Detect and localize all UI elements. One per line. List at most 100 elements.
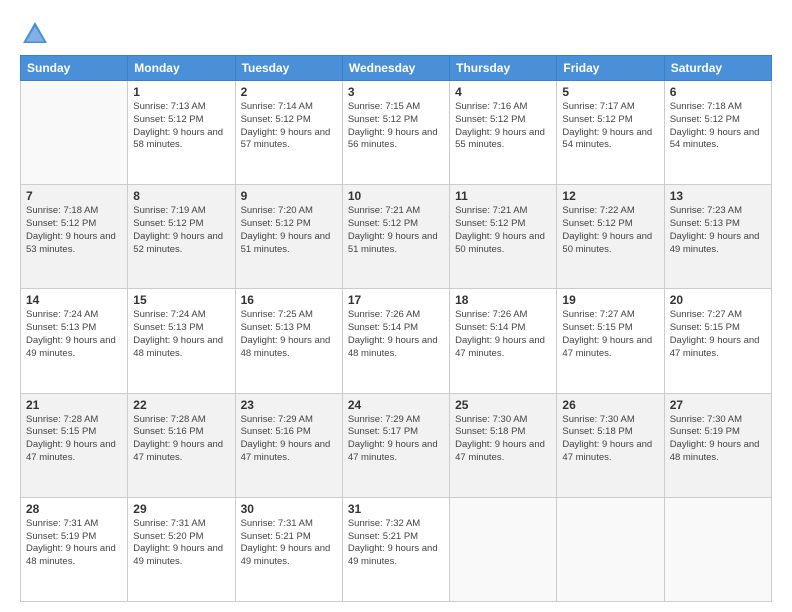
calendar-cell: 1 Sunrise: 7:13 AMSunset: 5:12 PMDaylight… (128, 81, 235, 185)
calendar-cell: 2Sunrise: 7:14 AMSunset: 5:12 PMDaylight… (235, 81, 342, 185)
day-info: Sunrise: 7:31 AMSunset: 5:19 PMDaylight:… (26, 518, 122, 569)
day-number: 10 (348, 189, 444, 203)
day-info: Sunrise: 7:29 AMSunset: 5:16 PMDaylight:… (241, 414, 337, 465)
calendar-header-tuesday: Tuesday (235, 56, 342, 81)
calendar-header-wednesday: Wednesday (342, 56, 449, 81)
calendar-week-row: 1 Sunrise: 7:13 AMSunset: 5:12 PMDaylight… (21, 81, 772, 185)
day-number: 20 (670, 293, 766, 307)
calendar-cell: 14 Sunrise: 7:24 AMSunset: 5:13 PMDayligh… (21, 289, 128, 393)
calendar-cell: 27 Sunrise: 7:30 AMSunset: 5:19 PMDayligh… (664, 393, 771, 497)
calendar-header-friday: Friday (557, 56, 664, 81)
calendar-cell (450, 497, 557, 601)
day-number: 26 (562, 398, 658, 412)
calendar-header-thursday: Thursday (450, 56, 557, 81)
calendar-cell: 20 Sunrise: 7:27 AMSunset: 5:15 PMDayligh… (664, 289, 771, 393)
calendar-cell: 19 Sunrise: 7:27 AMSunset: 5:15 PMDayligh… (557, 289, 664, 393)
calendar-cell: 30 Sunrise: 7:31 AMSunset: 5:21 PMDayligh… (235, 497, 342, 601)
day-number: 8 (133, 189, 229, 203)
day-info: Sunrise: 7:13 AMSunset: 5:12 PMDaylight:… (133, 101, 229, 152)
day-number: 24 (348, 398, 444, 412)
day-number: 6 (670, 85, 766, 99)
calendar-cell: 25Sunrise: 7:30 AMSunset: 5:18 PMDayligh… (450, 393, 557, 497)
logo-icon (20, 19, 50, 49)
day-number: 16 (241, 293, 337, 307)
day-info: Sunrise: 7:22 AMSunset: 5:12 PMDaylight:… (562, 205, 658, 256)
calendar-cell: 15Sunrise: 7:24 AMSunset: 5:13 PMDayligh… (128, 289, 235, 393)
calendar-cell: 23 Sunrise: 7:29 AMSunset: 5:16 PMDayligh… (235, 393, 342, 497)
calendar-cell: 8 Sunrise: 7:19 AMSunset: 5:12 PMDaylight… (128, 185, 235, 289)
calendar-cell (21, 81, 128, 185)
day-number: 7 (26, 189, 122, 203)
calendar-cell: 9 Sunrise: 7:20 AMSunset: 5:12 PMDaylight… (235, 185, 342, 289)
calendar-week-row: 21 Sunrise: 7:28 AMSunset: 5:15 PMDayligh… (21, 393, 772, 497)
day-number: 27 (670, 398, 766, 412)
day-info: Sunrise: 7:26 AMSunset: 5:14 PMDaylight:… (348, 309, 444, 360)
day-info: Sunrise: 7:31 AMSunset: 5:21 PMDaylight:… (241, 518, 337, 569)
day-info: Sunrise: 7:31 AMSunset: 5:20 PMDaylight:… (133, 518, 229, 569)
calendar-cell (557, 497, 664, 601)
day-info: Sunrise: 7:15 AMSunset: 5:12 PMDaylight:… (348, 101, 444, 152)
calendar-cell: 29Sunrise: 7:31 AMSunset: 5:20 PMDayligh… (128, 497, 235, 601)
day-info: Sunrise: 7:27 AMSunset: 5:15 PMDaylight:… (562, 309, 658, 360)
day-number: 1 (133, 85, 229, 99)
calendar-cell: 17Sunrise: 7:26 AMSunset: 5:14 PMDayligh… (342, 289, 449, 393)
day-number: 18 (455, 293, 551, 307)
day-info: Sunrise: 7:30 AMSunset: 5:19 PMDaylight:… (670, 414, 766, 465)
calendar-cell: 11 Sunrise: 7:21 AMSunset: 5:12 PMDayligh… (450, 185, 557, 289)
day-number: 19 (562, 293, 658, 307)
day-info: Sunrise: 7:24 AMSunset: 5:13 PMDaylight:… (26, 309, 122, 360)
header (20, 15, 772, 49)
calendar-cell: 7Sunrise: 7:18 AMSunset: 5:12 PMDaylight… (21, 185, 128, 289)
day-info: Sunrise: 7:21 AMSunset: 5:12 PMDaylight:… (348, 205, 444, 256)
day-info: Sunrise: 7:17 AMSunset: 5:12 PMDaylight:… (562, 101, 658, 152)
day-number: 25 (455, 398, 551, 412)
calendar-week-row: 14 Sunrise: 7:24 AMSunset: 5:13 PMDayligh… (21, 289, 772, 393)
page: SundayMondayTuesdayWednesdayThursdayFrid… (0, 0, 792, 612)
calendar-cell (664, 497, 771, 601)
day-info: Sunrise: 7:21 AMSunset: 5:12 PMDaylight:… (455, 205, 551, 256)
calendar-week-row: 7Sunrise: 7:18 AMSunset: 5:12 PMDaylight… (21, 185, 772, 289)
day-number: 22 (133, 398, 229, 412)
logo (20, 19, 54, 49)
day-number: 3 (348, 85, 444, 99)
calendar-cell: 5 Sunrise: 7:17 AMSunset: 5:12 PMDaylight… (557, 81, 664, 185)
calendar-cell: 28Sunrise: 7:31 AMSunset: 5:19 PMDayligh… (21, 497, 128, 601)
calendar-cell: 31 Sunrise: 7:32 AMSunset: 5:21 PMDayligh… (342, 497, 449, 601)
calendar-cell: 12 Sunrise: 7:22 AMSunset: 5:12 PMDayligh… (557, 185, 664, 289)
day-info: Sunrise: 7:16 AMSunset: 5:12 PMDaylight:… (455, 101, 551, 152)
day-info: Sunrise: 7:26 AMSunset: 5:14 PMDaylight:… (455, 309, 551, 360)
day-number: 9 (241, 189, 337, 203)
calendar-header-saturday: Saturday (664, 56, 771, 81)
day-info: Sunrise: 7:28 AMSunset: 5:16 PMDaylight:… (133, 414, 229, 465)
day-number: 14 (26, 293, 122, 307)
day-info: Sunrise: 7:29 AMSunset: 5:17 PMDaylight:… (348, 414, 444, 465)
calendar-week-row: 28Sunrise: 7:31 AMSunset: 5:19 PMDayligh… (21, 497, 772, 601)
day-number: 11 (455, 189, 551, 203)
calendar-header-sunday: Sunday (21, 56, 128, 81)
calendar-cell: 16 Sunrise: 7:25 AMSunset: 5:13 PMDayligh… (235, 289, 342, 393)
day-info: Sunrise: 7:32 AMSunset: 5:21 PMDaylight:… (348, 518, 444, 569)
day-number: 31 (348, 502, 444, 516)
day-info: Sunrise: 7:28 AMSunset: 5:15 PMDaylight:… (26, 414, 122, 465)
calendar-cell: 18 Sunrise: 7:26 AMSunset: 5:14 PMDayligh… (450, 289, 557, 393)
calendar-cell: 22 Sunrise: 7:28 AMSunset: 5:16 PMDayligh… (128, 393, 235, 497)
calendar-cell: 3 Sunrise: 7:15 AMSunset: 5:12 PMDaylight… (342, 81, 449, 185)
day-info: Sunrise: 7:27 AMSunset: 5:15 PMDaylight:… (670, 309, 766, 360)
day-number: 21 (26, 398, 122, 412)
calendar-header-monday: Monday (128, 56, 235, 81)
day-number: 30 (241, 502, 337, 516)
day-number: 5 (562, 85, 658, 99)
calendar-cell: 13Sunrise: 7:23 AMSunset: 5:13 PMDayligh… (664, 185, 771, 289)
day-number: 12 (562, 189, 658, 203)
day-info: Sunrise: 7:19 AMSunset: 5:12 PMDaylight:… (133, 205, 229, 256)
day-number: 15 (133, 293, 229, 307)
calendar-header-row: SundayMondayTuesdayWednesdayThursdayFrid… (21, 56, 772, 81)
calendar-cell: 21 Sunrise: 7:28 AMSunset: 5:15 PMDayligh… (21, 393, 128, 497)
day-number: 23 (241, 398, 337, 412)
day-info: Sunrise: 7:25 AMSunset: 5:13 PMDaylight:… (241, 309, 337, 360)
calendar-cell: 26 Sunrise: 7:30 AMSunset: 5:18 PMDayligh… (557, 393, 664, 497)
calendar-cell: 10 Sunrise: 7:21 AMSunset: 5:12 PMDayligh… (342, 185, 449, 289)
calendar-table: SundayMondayTuesdayWednesdayThursdayFrid… (20, 55, 772, 602)
day-info: Sunrise: 7:30 AMSunset: 5:18 PMDaylight:… (562, 414, 658, 465)
day-info: Sunrise: 7:20 AMSunset: 5:12 PMDaylight:… (241, 205, 337, 256)
